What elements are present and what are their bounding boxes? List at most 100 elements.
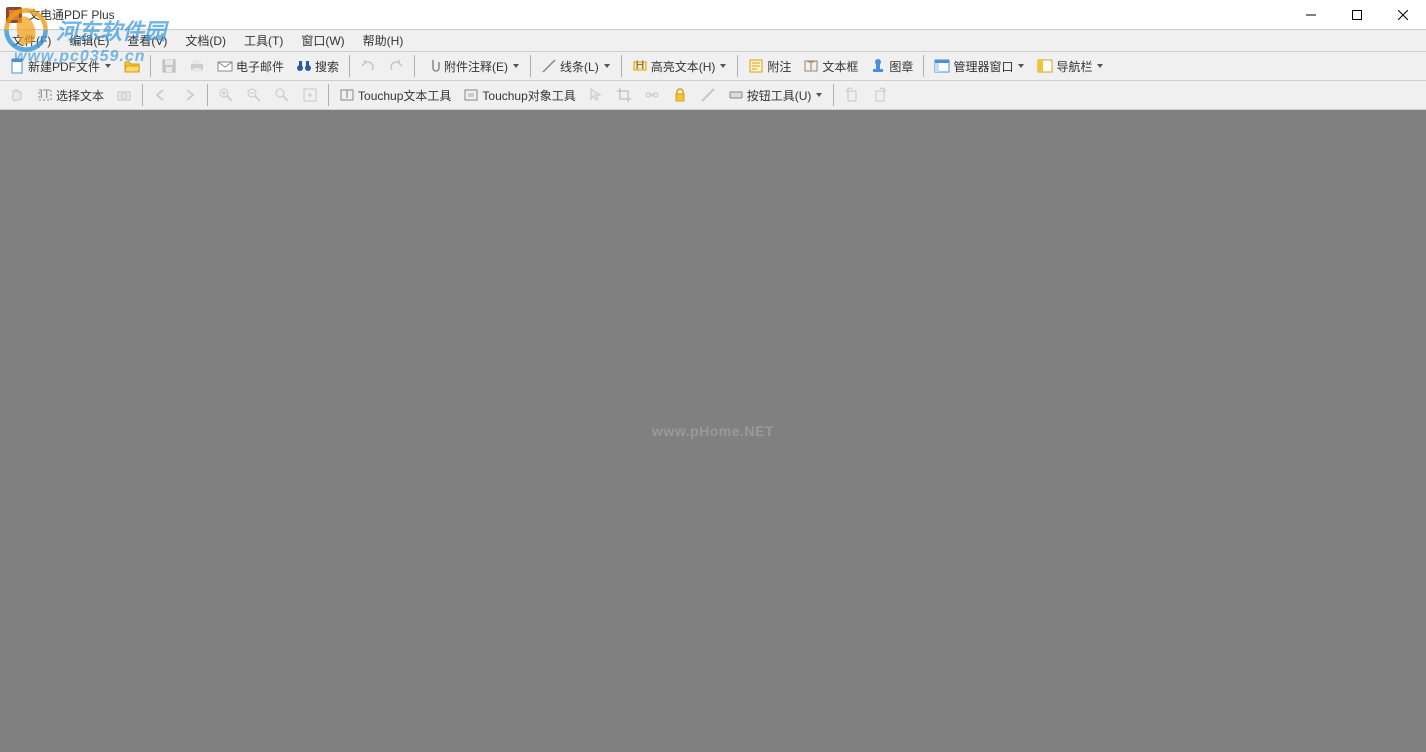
zoom-marquee-button[interactable] xyxy=(269,83,295,107)
touchup-text-button[interactable]: T Touchup文本工具 xyxy=(334,83,456,107)
line-icon xyxy=(541,58,557,74)
folder-open-icon xyxy=(124,58,140,74)
menu-help[interactable]: 帮助(H) xyxy=(355,30,412,51)
crop-button[interactable] xyxy=(611,83,637,107)
note-button[interactable]: 附注 xyxy=(743,54,796,78)
text-select-icon: IT xyxy=(37,87,53,103)
zoom-out-button[interactable] xyxy=(241,83,267,107)
touchup-text-icon: T xyxy=(339,87,355,103)
undo-button[interactable] xyxy=(355,54,381,78)
textbox-label: 文本框 xyxy=(822,58,858,75)
svg-text:T: T xyxy=(343,87,351,101)
navbar-button[interactable]: 导航栏 xyxy=(1032,54,1109,78)
link-button[interactable] xyxy=(639,83,665,107)
sidebar-icon xyxy=(1037,58,1053,74)
touchup-object-button[interactable]: Touchup对象工具 xyxy=(458,83,580,107)
app-icon xyxy=(6,7,22,23)
zoom-in-button[interactable] xyxy=(213,83,239,107)
button-icon xyxy=(728,87,744,103)
attach-comment-label: 附件注释(E) xyxy=(444,58,508,75)
toolbar-primary: 新建PDF文件 电子邮件 搜索 附件注释(E) 线条(L) H 高亮文本(H) xyxy=(0,52,1426,81)
stamp-icon xyxy=(870,58,886,74)
document-area: www.pHome.NET xyxy=(0,110,1426,752)
crop-icon xyxy=(616,87,632,103)
chevron-down-icon xyxy=(815,93,823,97)
camera-icon xyxy=(116,87,132,103)
fit-icon xyxy=(302,87,318,103)
touchup-text-label: Touchup文本工具 xyxy=(358,87,451,104)
touchup-object-label: Touchup对象工具 xyxy=(482,87,575,104)
menu-file[interactable]: 文件(F) xyxy=(4,30,59,51)
undo-icon xyxy=(360,58,376,74)
touchup-object-icon xyxy=(463,87,479,103)
email-icon xyxy=(217,58,233,74)
svg-text:IT: IT xyxy=(40,87,51,101)
menu-document[interactable]: 文档(D) xyxy=(177,30,234,51)
chevron-down-icon xyxy=(1096,64,1104,68)
search-button[interactable]: 搜索 xyxy=(291,54,344,78)
menubar: 文件(F) 编辑(E) 查看(V) 文档(D) 工具(T) 窗口(W) 帮助(H… xyxy=(0,30,1426,52)
menu-edit[interactable]: 编辑(E) xyxy=(61,30,117,51)
hand-tool-button[interactable] xyxy=(4,83,30,107)
chevron-down-icon xyxy=(104,64,112,68)
chevron-down-icon xyxy=(1017,64,1025,68)
chevron-down-icon xyxy=(603,64,611,68)
new-pdf-label: 新建PDF文件 xyxy=(28,58,100,75)
zoom-in-icon xyxy=(218,87,234,103)
redo-icon xyxy=(388,58,404,74)
svg-text:T: T xyxy=(808,59,816,73)
ruler-icon xyxy=(700,87,716,103)
lines-button[interactable]: 线条(L) xyxy=(536,54,616,78)
button-tool-label: 按钮工具(U) xyxy=(747,87,812,104)
rotate-right-button[interactable] xyxy=(867,83,893,107)
hand-icon xyxy=(9,87,25,103)
measure-button[interactable] xyxy=(695,83,721,107)
email-button[interactable]: 电子邮件 xyxy=(212,54,289,78)
chevron-down-icon xyxy=(719,64,727,68)
note-label: 附注 xyxy=(767,58,791,75)
prev-page-button[interactable] xyxy=(148,83,174,107)
binoculars-icon xyxy=(296,58,312,74)
security-button[interactable] xyxy=(667,83,693,107)
attach-comment-button[interactable]: 附件注释(E) xyxy=(420,54,525,78)
lock-icon xyxy=(672,87,688,103)
redo-button[interactable] xyxy=(383,54,409,78)
fit-page-button[interactable] xyxy=(297,83,323,107)
app-title: 文电通PDF Plus xyxy=(28,6,115,23)
print-button[interactable] xyxy=(184,54,210,78)
search-label: 搜索 xyxy=(315,58,339,75)
snapshot-button[interactable] xyxy=(111,83,137,107)
rotate-left-button[interactable] xyxy=(839,83,865,107)
lines-label: 线条(L) xyxy=(560,58,599,75)
open-button[interactable] xyxy=(119,54,145,78)
textbox-icon: T xyxy=(803,58,819,74)
chevron-down-icon xyxy=(512,64,520,68)
close-button[interactable] xyxy=(1380,0,1426,30)
stamp-button[interactable]: 图章 xyxy=(865,54,918,78)
highlight-label: 高亮文本(H) xyxy=(651,58,716,75)
menu-view[interactable]: 查看(V) xyxy=(119,30,175,51)
maximize-button[interactable] xyxy=(1334,0,1380,30)
rotate-cw-icon xyxy=(872,87,888,103)
menu-window[interactable]: 窗口(W) xyxy=(293,30,352,51)
pointer-tool-button[interactable] xyxy=(583,83,609,107)
arrow-left-icon xyxy=(153,87,169,103)
window-icon xyxy=(934,58,950,74)
next-page-button[interactable] xyxy=(176,83,202,107)
svg-text:H: H xyxy=(635,58,644,72)
stamp-label: 图章 xyxy=(889,58,913,75)
button-tool-button[interactable]: 按钮工具(U) xyxy=(723,83,829,107)
manager-window-button[interactable]: 管理器窗口 xyxy=(929,54,1030,78)
minimize-button[interactable] xyxy=(1288,0,1334,30)
rotate-ccw-icon xyxy=(844,87,860,103)
select-text-button[interactable]: IT 选择文本 xyxy=(32,83,109,107)
highlight-button[interactable]: H 高亮文本(H) xyxy=(627,54,733,78)
textbox-button[interactable]: T 文本框 xyxy=(798,54,863,78)
email-label: 电子邮件 xyxy=(236,58,284,75)
menu-tools[interactable]: 工具(T) xyxy=(236,30,291,51)
save-icon xyxy=(161,58,177,74)
note-icon xyxy=(748,58,764,74)
new-pdf-button[interactable]: 新建PDF文件 xyxy=(4,54,117,78)
save-button[interactable] xyxy=(156,54,182,78)
titlebar: 文电通PDF Plus xyxy=(0,0,1426,30)
